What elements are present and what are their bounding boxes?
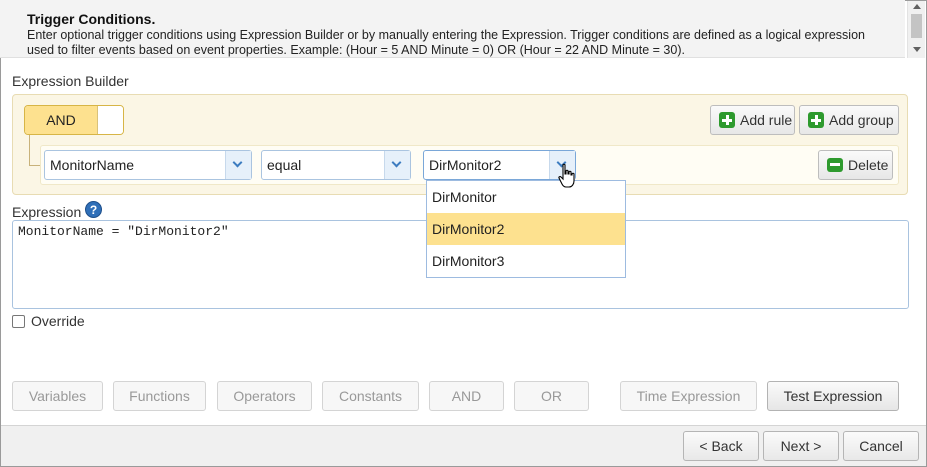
scroll-thumb[interactable] (911, 14, 922, 38)
add-icon (808, 111, 824, 128)
add-group-button[interactable]: Add group (799, 105, 899, 135)
variables-button[interactable]: Variables (12, 381, 103, 411)
value-dropdown-list: DirMonitor DirMonitor2 DirMonitor3 (426, 180, 626, 278)
expression-label: Expression (12, 204, 82, 220)
and-button[interactable]: AND (429, 381, 504, 411)
section-title: Trigger Conditions. (27, 11, 156, 27)
conjunction-and-option[interactable]: AND (25, 106, 97, 134)
add-rule-label: Add rule (740, 112, 793, 128)
dropdown-option[interactable]: DirMonitor3 (427, 245, 625, 277)
field-select[interactable]: MonitorName (44, 150, 252, 180)
add-rule-button[interactable]: Add rule (710, 105, 795, 135)
expression-builder-label: Expression Builder (12, 73, 129, 89)
conjunction-or-option[interactable] (97, 106, 123, 134)
test-expression-button[interactable]: Test Expression (767, 381, 899, 411)
next-button[interactable]: Next > (763, 431, 839, 461)
scroll-up-arrow-icon[interactable] (913, 4, 921, 9)
cancel-button[interactable]: Cancel (843, 431, 919, 461)
description-panel: Trigger Conditions. Enter optional trigg… (0, 0, 905, 58)
value-select[interactable]: DirMonitor2 (423, 150, 576, 180)
override-checkbox[interactable] (12, 315, 25, 328)
chevron-down-icon (232, 157, 243, 168)
description-scrollbar[interactable] (907, 1, 925, 58)
delete-icon (827, 157, 843, 172)
dropdown-option-selected[interactable]: DirMonitor2 (427, 213, 625, 245)
add-icon (719, 111, 735, 128)
override-label: Override (31, 313, 85, 329)
functions-button[interactable]: Functions (113, 381, 206, 411)
operator-select-value: equal (267, 157, 302, 173)
value-select-value: DirMonitor2 (429, 157, 502, 173)
add-group-label: Add group (829, 112, 894, 128)
conjunction-toggle[interactable]: AND (24, 105, 124, 135)
or-button[interactable]: OR (514, 381, 589, 411)
chevron-down-icon (391, 157, 402, 168)
operator-select[interactable]: equal (261, 150, 411, 180)
delete-rule-button[interactable]: Delete (818, 150, 893, 180)
scroll-down-arrow-icon[interactable] (913, 47, 921, 52)
dropdown-option[interactable]: DirMonitor (427, 181, 625, 213)
constants-button[interactable]: Constants (322, 381, 419, 411)
delete-label: Delete (848, 157, 889, 173)
hand-cursor-icon (558, 163, 575, 188)
back-button[interactable]: < Back (683, 431, 759, 461)
section-description: Enter optional trigger conditions using … (27, 28, 865, 57)
time-expression-button[interactable]: Time Expression (620, 381, 757, 411)
operators-button[interactable]: Operators (217, 381, 312, 411)
field-select-value: MonitorName (50, 157, 135, 173)
help-icon[interactable]: ? (85, 201, 102, 218)
